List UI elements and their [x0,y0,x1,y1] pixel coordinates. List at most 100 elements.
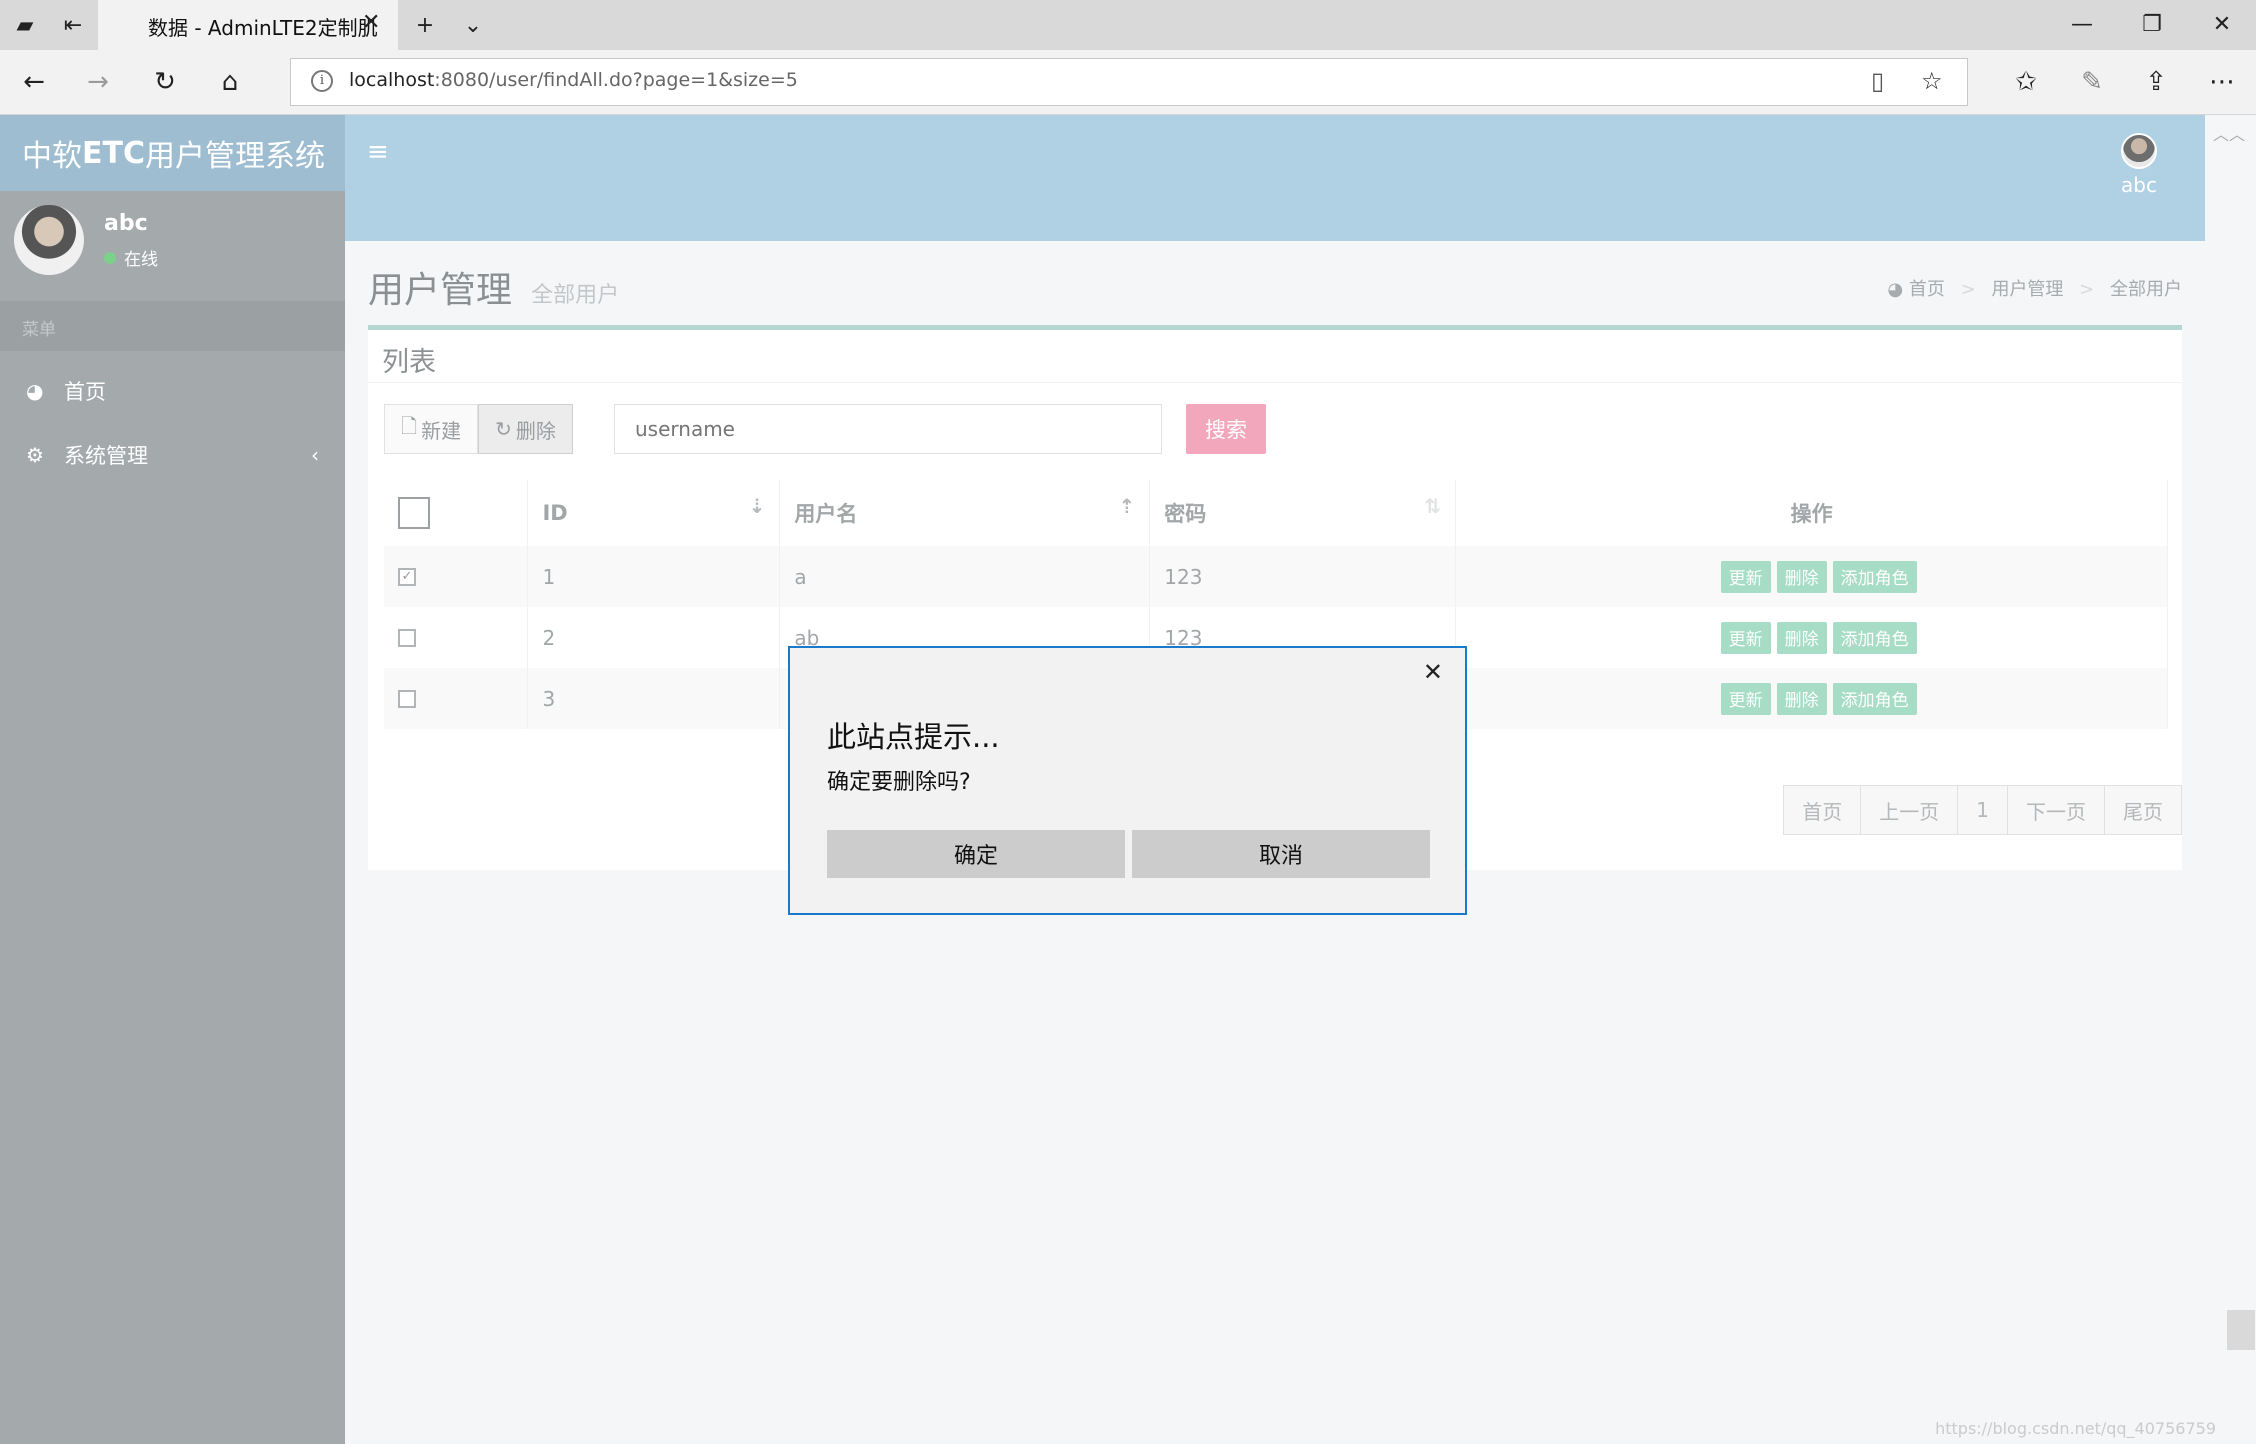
new-tab-icon[interactable]: + [408,8,442,42]
toolbar: 🗋 新建 ↻ 删除 [384,404,573,454]
site-info-icon[interactable]: i [311,70,333,92]
add-role-button[interactable]: 添加角色 [1832,560,1917,593]
refresh-icon[interactable]: ↻ [145,62,185,102]
more-menu-icon[interactable]: ⋯ [2202,62,2242,102]
dashboard-icon: ◕ [26,379,44,403]
dialog-message: 确定要删除吗? [827,770,971,795]
page-prev[interactable]: 上一页 [1860,785,1959,835]
row-checkbox[interactable] [398,689,416,708]
back-icon[interactable]: ← [14,62,54,102]
scroll-thumb[interactable] [2227,1310,2255,1350]
top-user-name: abc [2121,173,2157,197]
ok-button[interactable]: 确定 [827,830,1125,878]
tab-list-chevron-icon[interactable]: ⌄ [456,8,490,42]
sidebar-avatar [14,205,84,275]
gears-icon: ⚙ [26,443,44,467]
web-note-icon[interactable]: ✎ [2072,62,2112,102]
restore-icon[interactable]: ❐ [2132,6,2172,42]
sidebar-menu-header: 菜单 [0,301,345,351]
favorite-star-icon[interactable]: ☆ [1921,67,1943,95]
column-header-actions: 操作 [1455,480,2168,546]
browser-tab-active[interactable]: 数据 - AdminLTE2定制肌 ✕ [98,0,398,50]
sidebar-user-name: abc [104,211,148,236]
box-title: 列表 [382,347,436,378]
search-input[interactable] [614,404,1162,454]
minimize-icon[interactable]: — [2062,6,2102,42]
page-title: 用户管理 [368,270,513,311]
update-button[interactable]: 更新 [1720,621,1771,654]
refresh-icon: ↻ [495,417,512,441]
user-menu[interactable]: abc [2109,133,2169,197]
url-field[interactable]: i localhost:8080/user/findAll.do?page=1&… [290,58,1968,106]
dashboard-icon: ◕ [1887,279,1904,300]
update-button[interactable]: 更新 [1720,682,1771,715]
column-header-password[interactable]: 密码 ⇅ [1149,480,1457,546]
column-header-id[interactable]: ID ⇣ [527,480,781,546]
url-text: localhost:8080/user/findAll.do?page=1&si… [349,69,798,91]
cancel-button[interactable]: 取消 [1132,830,1430,878]
page-number[interactable]: 1 [1957,785,2008,835]
page-next[interactable]: 下一页 [2007,785,2105,835]
sidebar-item-home[interactable]: ◕ 首页 [0,359,345,423]
row-delete-button[interactable]: 删除 [1776,682,1827,715]
tab-manager-icon[interactable]: ▰ [8,8,42,42]
window-close-icon[interactable]: ✕ [2202,6,2242,42]
cell-username: a [779,546,1151,607]
close-icon[interactable]: ✕ [1423,658,1443,686]
breadcrumb-all-users: 全部用户 [2110,279,2182,300]
cell-id: 1 [527,546,781,607]
avatar [2121,133,2157,169]
share-icon[interactable]: ⇪ [2136,62,2176,102]
online-status: 在线 [104,245,158,270]
online-dot-icon [104,251,116,264]
sort-asc-icon: ⇣ [748,494,766,518]
app-logo[interactable]: 中软 ETC 用户管理系统 [0,115,345,191]
cell-id: 3 [527,668,781,729]
add-role-button[interactable]: 添加角色 [1832,682,1917,715]
reading-view-icon[interactable]: ▯ [1871,67,1884,95]
search-button[interactable]: 搜索 [1186,404,1266,454]
browser-address-bar: ← → ↻ ⌂ i localhost:8080/user/findAll.do… [0,50,2256,115]
vertical-scrollbar[interactable]: ︿︿ [2205,115,2256,1444]
content-header: 用户管理 全部用户 [368,261,619,313]
watermark: https://blog.csdn.net/qq_40756759 [1935,1419,2216,1438]
sort-desc-icon: ⇡ [1118,494,1136,518]
table-row: ✓ 1 a 123 更新 删除 添加角色 [384,546,2168,607]
favorites-hub-icon[interactable]: ✩ [2006,62,2046,102]
breadcrumb-users[interactable]: 用户管理 [1991,279,2063,300]
row-checkbox[interactable]: ✓ [398,567,416,586]
chevron-left-icon: ‹ [311,443,319,467]
sidebar-user-panel: abc 在线 [0,191,345,301]
breadcrumb: ◕ 首页 > 用户管理 > 全部用户 [1887,279,2182,300]
cell-password: 123 [1149,546,1457,607]
pagination: 首页 上一页 1 下一页 尾页 [1783,785,2182,835]
scroll-up-icon[interactable]: ︿︿ [2213,121,2245,145]
select-all-cell [384,480,529,546]
sidebar-item-system[interactable]: ⚙ 系统管理 ‹ [0,423,345,487]
cell-id: 2 [527,607,781,668]
file-icon: 🗋 [401,414,418,438]
column-header-username[interactable]: 用户名 ⇡ [779,480,1151,546]
new-button[interactable]: 🗋 新建 [384,404,479,454]
page-first[interactable]: 首页 [1783,785,1862,835]
tab-title: 数据 - AdminLTE2定制肌 [148,16,378,40]
sort-icon: ⇅ [1424,494,1442,518]
row-delete-button[interactable]: 删除 [1776,621,1827,654]
set-aside-tabs-icon[interactable]: ⇤ [56,8,90,42]
page-last[interactable]: 尾页 [2104,785,2182,835]
delete-button[interactable]: ↻ 删除 [478,404,573,454]
select-all-checkbox[interactable] [398,497,430,529]
row-delete-button[interactable]: 删除 [1776,560,1827,593]
table-header-row: ID ⇣ 用户名 ⇡ 密码 ⇅ 操作 [384,480,2168,546]
forward-icon[interactable]: → [78,62,118,102]
sidebar: abc 在线 菜单 ◕ 首页 ⚙ 系统管理 ‹ [0,191,345,1444]
page-subtitle: 全部用户 [531,283,620,308]
row-checkbox[interactable] [398,628,416,647]
confirm-dialog: ✕ 此站点提示... 确定要删除吗? 确定 取消 [788,646,1467,915]
update-button[interactable]: 更新 [1720,560,1771,593]
sidebar-toggle-icon[interactable]: ≡ [367,137,389,167]
add-role-button[interactable]: 添加角色 [1832,621,1917,654]
breadcrumb-home[interactable]: 首页 [1909,279,1945,300]
close-tab-icon[interactable]: ✕ [362,10,380,35]
home-icon[interactable]: ⌂ [210,62,250,102]
